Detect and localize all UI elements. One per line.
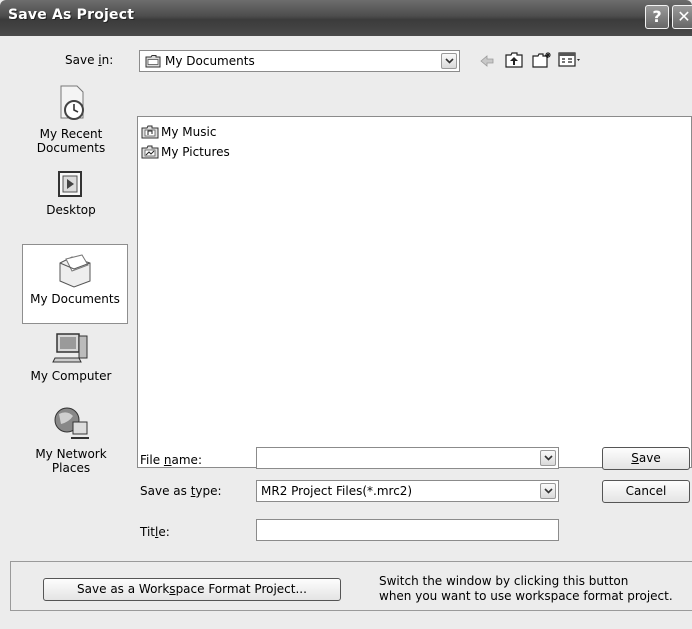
file-name-combo[interactable] (256, 447, 559, 469)
file-list[interactable]: My Music My Pictures (137, 116, 692, 468)
chevron-down-icon (544, 455, 553, 461)
pictures-folder-icon (141, 145, 159, 159)
save-button[interactable]: Save (602, 447, 690, 470)
title-bar[interactable]: Save As Project ? ✕ (0, 0, 692, 36)
network-places-icon (54, 407, 89, 439)
folder-icon (145, 55, 161, 68)
cancel-button-label: Cancel (625, 484, 667, 498)
help-button[interactable]: ? (645, 5, 669, 29)
music-folder-icon (141, 125, 159, 139)
save-as-type-value: MR2 Project Files(*.mrc2) (261, 484, 413, 498)
places-bar: My Recent Documents Desktop My Documents (12, 80, 132, 475)
place-my-computer[interactable]: My Computer (12, 330, 130, 383)
close-button[interactable]: ✕ (672, 5, 692, 29)
save-as-type-label: Save as type: (140, 484, 222, 498)
place-label: Places (51, 461, 91, 475)
list-item-label: My Pictures (161, 145, 230, 159)
place-label: My Computer (30, 369, 112, 383)
views-menu-icon[interactable] (558, 52, 584, 68)
place-my-documents[interactable]: My Documents (22, 244, 128, 324)
new-folder-icon[interactable] (532, 51, 552, 68)
place-my-network-places[interactable]: My Network Places (12, 404, 130, 475)
workspace-format-button[interactable]: Save as a Workspace Format Project... (43, 578, 341, 601)
save-in-combo[interactable]: My Documents (139, 50, 460, 72)
place-label: My Recent (39, 127, 103, 141)
dialog-body: Save in: My Documents My Recent Document… (0, 36, 692, 629)
save-as-project-dialog: Save As Project ? ✕ Save in: My Document… (0, 0, 692, 629)
place-label: Documents (36, 141, 106, 155)
my-computer-icon (52, 333, 88, 363)
desktop-icon (58, 171, 82, 197)
list-item-label: My Music (161, 125, 217, 139)
save-in-label: Save in: (65, 53, 114, 67)
list-item[interactable]: My Pictures (141, 145, 230, 159)
up-folder-icon[interactable] (505, 52, 523, 68)
title-input[interactable] (256, 519, 559, 541)
place-label: My Documents (30, 292, 120, 306)
hint-line: when you want to use workspace format pr… (379, 589, 673, 603)
list-item[interactable]: My Music (141, 125, 216, 139)
chevron-down-icon (445, 58, 454, 64)
help-icon: ? (652, 7, 662, 26)
file-name-dropdown[interactable] (540, 450, 556, 466)
recent-documents-icon (60, 85, 84, 120)
close-icon: ✕ (677, 7, 691, 26)
workspace-hint: Switch the window by clicking this butto… (379, 574, 673, 604)
back-arrow-icon[interactable] (479, 54, 495, 68)
chevron-down-icon (544, 488, 553, 494)
place-label: Desktop (46, 203, 96, 217)
save-in-dropdown[interactable] (441, 53, 457, 69)
save-as-type-dropdown[interactable] (540, 483, 556, 499)
place-my-recent-documents[interactable]: My Recent Documents (12, 84, 130, 155)
hint-line: Switch the window by clicking this butto… (379, 574, 629, 588)
save-in-value: My Documents (165, 54, 255, 68)
cancel-button[interactable]: Cancel (602, 480, 690, 503)
place-desktop[interactable]: Desktop (12, 166, 130, 217)
window-title: Save As Project (8, 7, 135, 23)
place-label: My Network (35, 447, 107, 461)
title-field-label: Title: (140, 525, 170, 539)
my-documents-icon (59, 254, 91, 288)
file-name-label: File name: (140, 453, 202, 467)
save-as-type-combo[interactable]: MR2 Project Files(*.mrc2) (256, 480, 559, 502)
